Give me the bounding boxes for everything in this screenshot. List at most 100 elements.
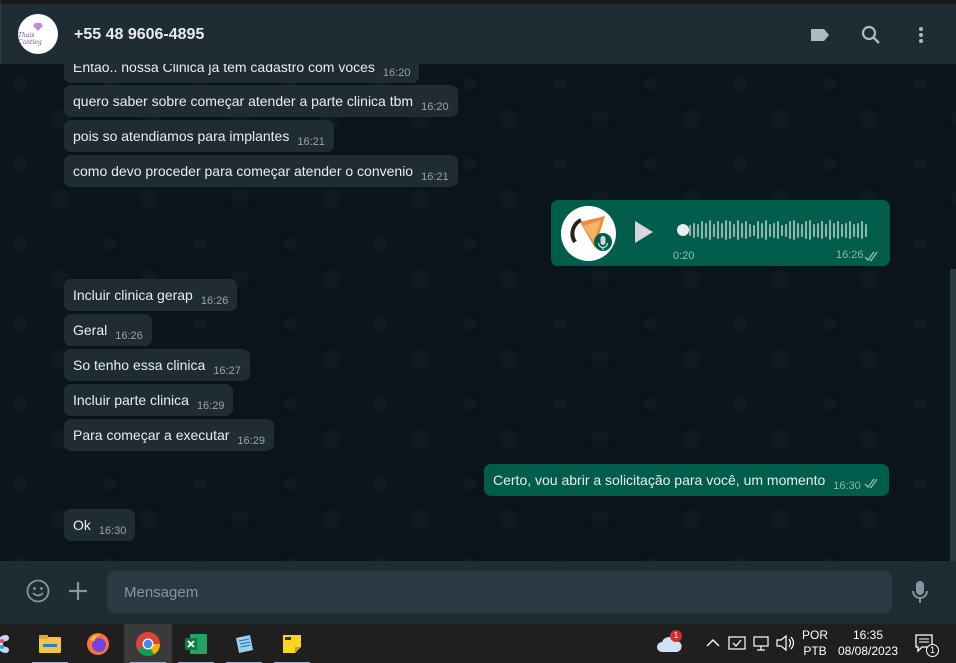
waveform-bar: [709, 220, 711, 240]
waveform-bar: [809, 220, 811, 240]
sticky-notes-app[interactable]: [268, 624, 316, 663]
search-icon[interactable]: [860, 24, 882, 46]
waveform-bar: [689, 224, 691, 236]
message-time: 16:26: [115, 330, 143, 342]
double-check-icon: [864, 249, 880, 267]
waveform-bar: [773, 222, 775, 238]
file-explorer-app[interactable]: [26, 624, 74, 663]
avatar[interactable]: Thais Cantieg: [18, 14, 58, 54]
waveform[interactable]: [689, 218, 867, 242]
waveform-bar: [753, 224, 755, 236]
scrollbar[interactable]: [950, 269, 956, 561]
gem-logo-icon: [33, 23, 43, 31]
message-text: Entao.. nossa Clinica já tem cadastro co…: [73, 64, 375, 75]
message-time: 16:20: [382, 67, 411, 79]
message-incoming[interactable]: Incluir clinica gerap 16:26: [64, 279, 238, 311]
message-incoming[interactable]: quero saber sobre começar atender a part…: [64, 85, 458, 117]
waveform-bar: [837, 221, 839, 239]
message-incoming[interactable]: Entao.. nossa Clinica já tem cadastro co…: [64, 64, 420, 83]
waveform-bar: [801, 223, 803, 237]
message-text: Incluir clinica gerap: [73, 287, 193, 303]
more-vertical-icon[interactable]: [910, 24, 932, 46]
label-icon[interactable]: [809, 24, 831, 46]
waveform-bar: [805, 221, 807, 239]
message-time: 16:27: [213, 365, 241, 377]
notepad-app[interactable]: [220, 624, 268, 663]
volume-icon[interactable]: [775, 634, 795, 657]
waveform-bar: [761, 222, 763, 238]
waveform-bar: [749, 223, 751, 237]
emoji-icon[interactable]: [26, 579, 50, 608]
windows-taskbar: 1 POR PTB 16:35 08/08/2023 1: [0, 623, 956, 663]
waveform-bar: [777, 221, 779, 239]
waveform-bar: [757, 221, 759, 239]
message-incoming[interactable]: pois so atendiamos para implantes 16:21: [64, 120, 334, 152]
message-input[interactable]: [107, 571, 892, 613]
message-time: 16:21: [297, 136, 325, 148]
message-incoming[interactable]: Geral 16:26: [64, 314, 152, 346]
waveform-bar: [713, 223, 715, 237]
waveform-bar: [725, 220, 727, 240]
avatar-logo-text: Thais Cantieg: [18, 32, 42, 46]
seek-handle[interactable]: [677, 224, 689, 236]
waveform-bar: [765, 220, 767, 240]
chevron-up-icon[interactable]: [706, 635, 720, 653]
message-time: 16:29: [196, 400, 225, 412]
clock-time: 16:35: [852, 628, 884, 642]
whatsapp-window: Thais Cantieg +55 48 9606-4895 Entao.. n…: [0, 0, 956, 663]
microphone-icon[interactable]: [911, 580, 929, 609]
message-text: Para começar a executar: [73, 427, 230, 443]
message-incoming[interactable]: Ok 16:30: [64, 509, 136, 541]
waveform-bar: [833, 222, 835, 238]
waveform-bar: [813, 223, 815, 237]
message-incoming[interactable]: como devo proceder para começar atender …: [64, 155, 458, 187]
message-composer: [0, 561, 956, 623]
waveform-bar: [865, 223, 867, 237]
firefox-app[interactable]: [74, 624, 122, 663]
message-incoming[interactable]: Incluir parte clinica 16:29: [64, 384, 234, 416]
message-time: 16:21: [421, 171, 449, 183]
message-time: 16:20: [421, 101, 449, 113]
message-outgoing[interactable]: Certo, vou abrir a solicitação para você…: [484, 464, 889, 496]
waveform-bar: [821, 221, 823, 239]
message-time: 16:26: [836, 249, 864, 261]
language-code: POR: [801, 628, 828, 642]
message-time: 16:26: [200, 295, 229, 307]
waveform-bar: [721, 222, 723, 238]
message-text: Certo, vou abrir a solicitação para você…: [493, 472, 826, 488]
voice-sender-avatar: [561, 206, 616, 261]
play-icon[interactable]: [635, 221, 653, 243]
network-icon[interactable]: [752, 634, 770, 657]
weather-badge: 1: [670, 630, 682, 642]
defender-icon[interactable]: [728, 634, 746, 657]
contact-name[interactable]: +55 48 9606-4895: [74, 26, 204, 44]
waveform-bar: [697, 223, 699, 237]
message-text: Incluir parte clinica: [73, 392, 189, 408]
waveform-bar: [849, 221, 851, 239]
message-incoming[interactable]: Para começar a executar 16:29: [64, 419, 274, 451]
waveform-bar: [733, 223, 735, 237]
waveform-bar: [853, 223, 855, 237]
message-text: pois so atendiamos para implantes: [73, 128, 290, 144]
waveform-bar: [789, 221, 791, 239]
message-time: 16:29: [237, 435, 265, 447]
double-check-icon: [864, 468, 880, 500]
attach-plus-icon[interactable]: [68, 581, 88, 606]
clock[interactable]: 16:35 08/08/2023: [834, 627, 902, 659]
waveform-bar: [793, 220, 795, 240]
chat-area[interactable]: Entao.. nossa Clinica já tem cadastro co…: [0, 64, 956, 561]
waveform-bar: [737, 220, 739, 240]
chat-header: Thais Cantieg +55 48 9606-4895: [0, 0, 956, 64]
message-text: como devo proceder para começar atender …: [73, 163, 414, 179]
voice-message[interactable]: 0:20 16:26: [551, 200, 890, 266]
message-incoming[interactable]: So tenho essa clinica 16:27: [64, 349, 250, 381]
voice-duration: 0:20: [673, 250, 695, 262]
language-indicator[interactable]: POR PTB: [800, 627, 830, 659]
excel-app[interactable]: [172, 624, 220, 663]
waveform-bar: [845, 222, 847, 238]
waveform-bar: [717, 221, 719, 239]
chrome-app[interactable]: [124, 624, 172, 663]
clock-date: 08/08/2023: [837, 644, 899, 658]
waveform-bar: [745, 221, 747, 239]
waveform-bar: [741, 222, 743, 238]
